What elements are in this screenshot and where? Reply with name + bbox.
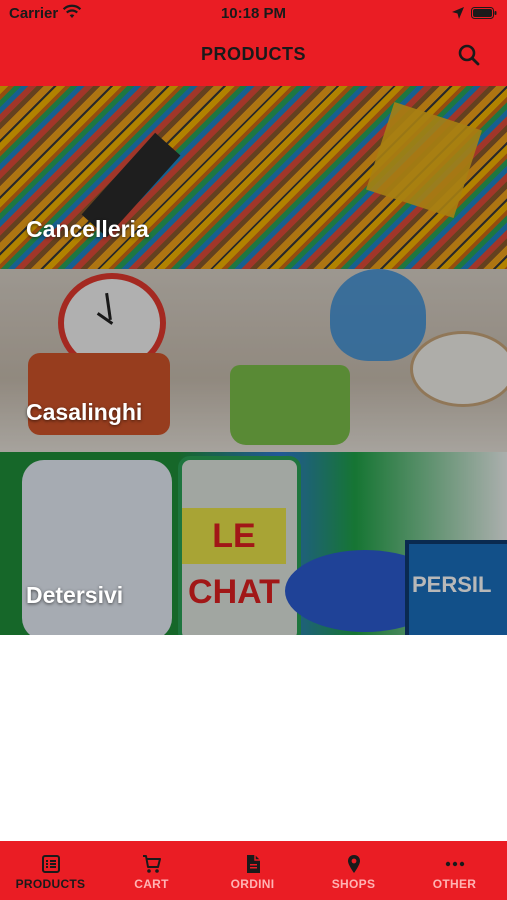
tab-label: OTHER bbox=[432, 877, 477, 891]
header-bar: Carrier 10:18 PM PRODUCTS bbox=[0, 0, 507, 86]
tab-label: SHOPS bbox=[331, 877, 376, 891]
category-label: Casalinghi bbox=[26, 399, 143, 425]
tab-label: CART bbox=[134, 877, 169, 891]
location-arrow-icon bbox=[452, 7, 464, 19]
cart-icon bbox=[142, 855, 161, 873]
tab-label: PRODUCTS bbox=[15, 877, 86, 891]
tab-bar: PRODUCTS CART ORDINI SHOPS OTHER bbox=[0, 841, 507, 900]
more-icon bbox=[445, 861, 464, 867]
category-casalinghi[interactable]: Casalinghi bbox=[0, 269, 507, 452]
tab-other[interactable]: OTHER bbox=[404, 841, 505, 900]
battery-icon bbox=[471, 7, 497, 19]
page-title: PRODUCTS bbox=[200, 44, 306, 64]
list-icon bbox=[41, 855, 60, 873]
tab-shops[interactable]: SHOPS bbox=[303, 841, 404, 900]
category-label: Cancelleria bbox=[26, 216, 149, 242]
category-label: Detersivi bbox=[26, 582, 124, 608]
tab-cart[interactable]: CART bbox=[101, 841, 202, 900]
status-time: 10:18 PM bbox=[220, 5, 287, 22]
tab-ordini[interactable]: ORDINI bbox=[202, 841, 303, 900]
tab-label: ORDINI bbox=[230, 877, 275, 891]
status-bar: Carrier 10:18 PM bbox=[0, 0, 507, 28]
map-pin-icon bbox=[347, 855, 360, 873]
tab-products[interactable]: PRODUCTS bbox=[0, 841, 101, 900]
category-cancelleria[interactable]: Cancelleria bbox=[0, 86, 507, 269]
document-icon bbox=[246, 855, 260, 873]
search-icon[interactable] bbox=[456, 42, 482, 68]
category-detersivi[interactable]: LE CHAT PERSIL Detersivi bbox=[0, 452, 507, 635]
